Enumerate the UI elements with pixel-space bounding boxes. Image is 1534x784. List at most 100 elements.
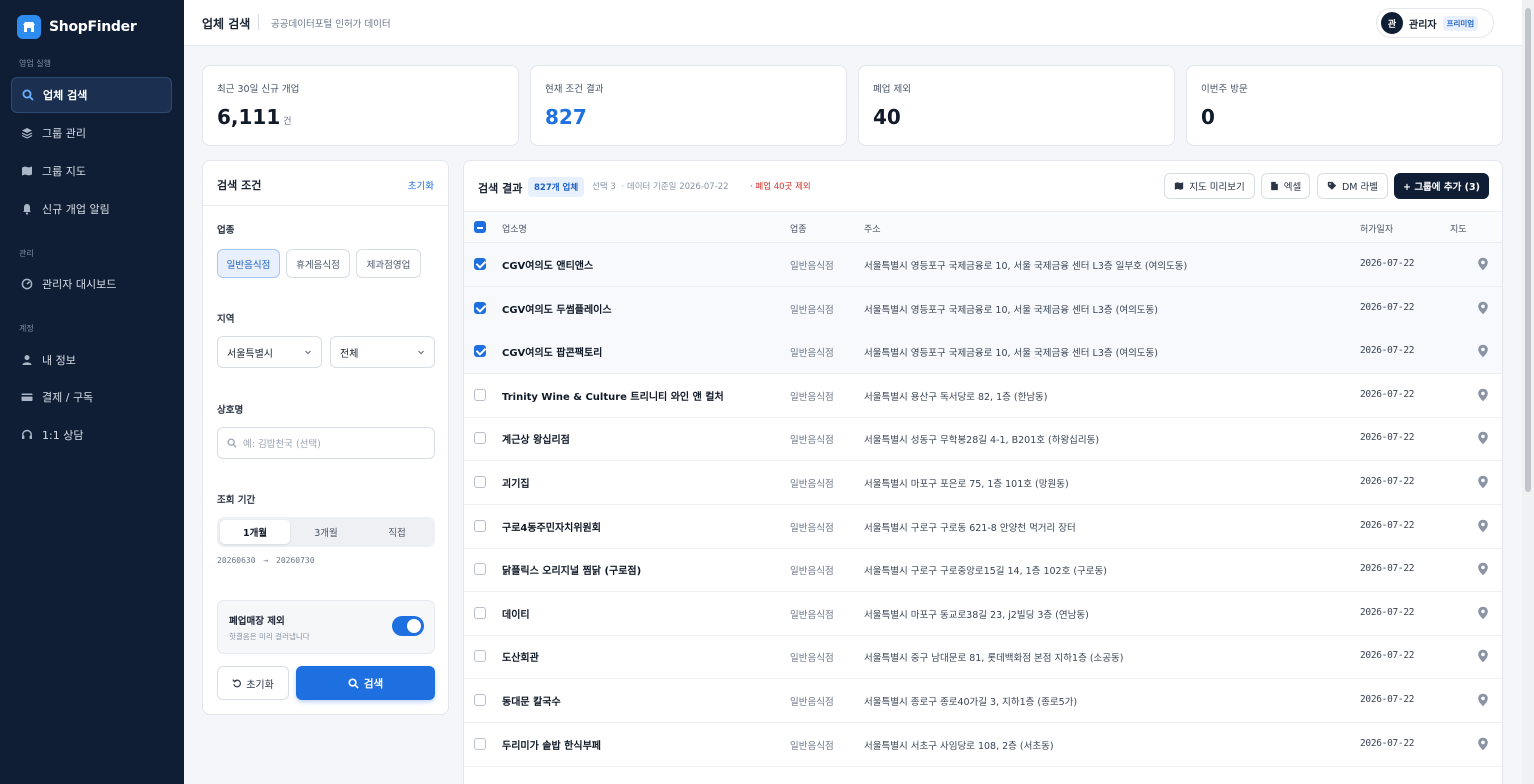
- table-row[interactable]: 계근상 왕십리점 일반음식점 서울특별시 성동구 무학봉28길 4-1, B201호…: [464, 417, 1502, 462]
- map-pin-icon[interactable]: [1477, 649, 1489, 663]
- add-to-group-button[interactable]: + 그룹에 추가 (3): [1394, 173, 1489, 199]
- column-header-address[interactable]: 주소: [864, 222, 881, 235]
- sidebar-item-shop-search[interactable]: 업체 검색: [11, 77, 172, 113]
- data-date: · 데이터 기준일 2026-07-22: [621, 182, 729, 192]
- shop-name-input[interactable]: 예: 김밥천국 (선택): [217, 427, 435, 459]
- map-pin-icon[interactable]: [1477, 606, 1489, 620]
- address-cell: 서울특별시 마포구 동교로38길 23, j2빌딩 3층 (연남동): [864, 609, 1089, 621]
- table-row[interactable]: 괴기집 일반음식점 서울특별시 마포구 포은로 75, 1층 101호 (망원동) 2…: [464, 461, 1502, 505]
- permit-date-cell: 2026-07-22: [1360, 519, 1415, 531]
- period-1-month[interactable]: 1개월: [220, 520, 290, 544]
- page-scrollbar[interactable]: [1522, 0, 1534, 784]
- sidebar-item-group-manage[interactable]: 그룹 관리: [11, 115, 172, 151]
- row-checkbox[interactable]: [474, 737, 486, 750]
- sidebar-item-new-open-alert[interactable]: 신규 개업 알림: [11, 191, 172, 227]
- permit-date-cell: 2026-07-22: [1360, 563, 1415, 575]
- row-checkbox[interactable]: [474, 476, 486, 488]
- map-pin-icon[interactable]: [1477, 475, 1489, 489]
- map-pin-icon[interactable]: [1477, 693, 1489, 707]
- row-checkbox[interactable]: [474, 606, 486, 619]
- row-checkbox[interactable]: [474, 694, 486, 706]
- map-pin-icon[interactable]: [1477, 562, 1489, 576]
- period-3-months[interactable]: 3개월: [291, 520, 361, 544]
- search-button-label: 검색: [363, 677, 384, 690]
- period-custom[interactable]: 직접: [362, 520, 432, 544]
- region-city-select[interactable]: 서울특별시: [217, 336, 322, 368]
- column-header-type[interactable]: 업종: [790, 222, 807, 235]
- row-checkbox[interactable]: [474, 301, 486, 314]
- region-label: 지역: [217, 314, 235, 325]
- filter-reset-link[interactable]: 초기화: [408, 178, 434, 192]
- select-all-checkbox[interactable]: [474, 221, 486, 233]
- dm-label-button[interactable]: DM 라벨: [1317, 173, 1388, 199]
- map-pin-icon[interactable]: [1477, 388, 1489, 402]
- results-count-badge: 827개 업체: [528, 177, 585, 197]
- excel-button[interactable]: 엑셀: [1261, 173, 1310, 199]
- industry-cell: 일반음식점: [790, 304, 834, 316]
- map-preview-button[interactable]: 지도 미리보기: [1164, 173, 1255, 199]
- table-row[interactable]: Trinity Wine & Culture 트리니티 와인 앤 컬처 일반음식점…: [464, 374, 1502, 418]
- column-header-name[interactable]: 업소명: [502, 222, 527, 235]
- stat-label: 최근 30일 신규 개업: [217, 84, 300, 95]
- user-menu[interactable]: 관 관리자 프리미엄: [1376, 8, 1494, 38]
- row-checkbox[interactable]: [474, 345, 486, 358]
- brand[interactable]: ShopFinder: [17, 15, 137, 39]
- sidebar-item-group-map[interactable]: 그룹 지도: [11, 153, 172, 189]
- chevron-down-icon: [305, 350, 311, 355]
- industry-cell: 일반음식점: [790, 740, 834, 752]
- sidebar-item-my-info[interactable]: 내 정보: [11, 342, 172, 378]
- table-row[interactable]: CGV여의도 앤티앤스 일반음식점 서울특별시 영등포구 국제금융로 10, 서울 …: [464, 243, 1502, 287]
- row-checkbox[interactable]: [474, 432, 486, 445]
- region-district-select[interactable]: 전체: [330, 336, 435, 368]
- map-pin-icon[interactable]: [1477, 257, 1489, 271]
- industry-label: 업종: [217, 225, 235, 236]
- map-icon: [21, 165, 33, 177]
- stat-value: 40: [873, 105, 901, 129]
- exclude-closed-title: 폐업매장 제외: [229, 616, 285, 627]
- sidebar-item-support[interactable]: 1:1 상담: [11, 417, 172, 453]
- row-checkbox[interactable]: [474, 388, 486, 401]
- industry-cell: 일반음식점: [790, 566, 834, 578]
- sidebar-item-label: 신규 개업 알림: [42, 203, 110, 216]
- map-pin-icon[interactable]: [1477, 431, 1489, 445]
- table-row[interactable]: CGV여의도 팝콘팩토리 일반음식점 서울특별시 영등포구 국제금융로 10, 서울…: [464, 330, 1502, 375]
- sidebar-item-label: 결제 / 구독: [42, 391, 94, 404]
- map-pin-icon[interactable]: [1477, 301, 1489, 315]
- sidebar-item-billing[interactable]: 결제 / 구독: [11, 379, 172, 415]
- map-pin-icon[interactable]: [1477, 519, 1489, 533]
- table-row[interactable]: 닭플릭스 오리지널 찜닭 (구로점) 일반음식점 서울특별시 구로구 구로중앙로15…: [464, 548, 1502, 593]
- card-icon: [21, 391, 33, 403]
- table-row[interactable]: 데이티 일반음식점 서울특별시 마포구 동교로38길 23, j2빌딩 3층 (연남…: [464, 592, 1502, 636]
- search-button[interactable]: 검색: [296, 666, 435, 700]
- user-icon: [21, 354, 33, 366]
- sidebar-item-admin-dashboard[interactable]: 관리자 대시보드: [11, 266, 172, 302]
- table-row[interactable]: 두리미가 솥밥 한식부페 일반음식점 서울특별시 서초구 사임당로 108, 2층 …: [464, 723, 1502, 767]
- row-checkbox[interactable]: [474, 258, 486, 270]
- results-title: 검색 결과: [478, 182, 523, 195]
- row-checkbox[interactable]: [474, 519, 486, 532]
- industry-chip-general-restaurant[interactable]: 일반음식점: [217, 249, 280, 278]
- column-header-date[interactable]: 허가일자: [1360, 222, 1393, 235]
- address-cell: 서울특별시 구로구 구로동 621-8 안양천 먹거리 장터: [864, 522, 1076, 534]
- table-row[interactable]: 도산회관 일반음식점 서울특별시 중구 남대문로 81, 롯데백화점 본점 지하1층…: [464, 635, 1502, 680]
- table-row[interactable]: CGV여의도 두썸플레이스 일반음식점 서울특별시 영등포구 국제금융로 10, 서…: [464, 286, 1502, 331]
- row-checkbox[interactable]: [474, 563, 486, 576]
- industry-chip-cafe[interactable]: 휴게음식점: [286, 249, 350, 278]
- industry-chip-bakery[interactable]: 제과점영업: [356, 249, 421, 278]
- map-pin-icon[interactable]: [1477, 344, 1489, 358]
- permit-date-cell: 2026-07-22: [1360, 432, 1415, 444]
- exclude-closed-desc: 핫결음은 미리 걸러냅니다: [229, 632, 310, 641]
- table-row[interactable]: 동대문 칼국수 일반음식점 서울특별시 종로구 종로40가길 3, 지하1층 (종로…: [464, 679, 1502, 723]
- table-header: 업소명 업종 주소 허가일자 지도: [464, 211, 1502, 243]
- scrollbar-thumb[interactable]: [1525, 8, 1531, 492]
- exclude-closed-toggle[interactable]: [392, 616, 424, 636]
- permit-date-cell: 2026-07-22: [1360, 737, 1415, 749]
- table-row[interactable]: 구로4동주민자치위원회 일반음식점 서울특별시 구로구 구로동 621-8 안양천 …: [464, 505, 1502, 549]
- map-pin-icon[interactable]: [1477, 737, 1489, 751]
- row-checkbox[interactable]: [474, 650, 486, 663]
- permit-date-cell: 2026-07-22: [1360, 606, 1415, 618]
- avatar: 관: [1381, 12, 1403, 34]
- reset-button[interactable]: 초기화: [217, 666, 289, 700]
- stat-label: 폐업 제외: [873, 84, 911, 95]
- stat-card-current-results: 현재 조건 결과 827: [530, 65, 847, 146]
